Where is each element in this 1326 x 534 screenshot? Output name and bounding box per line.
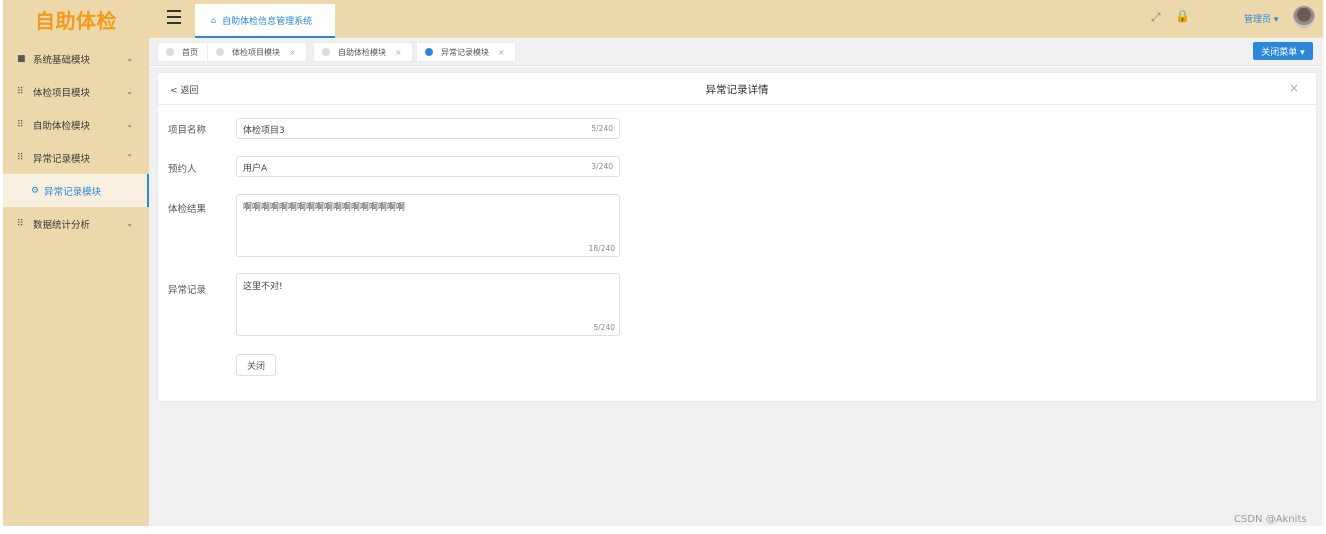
close-button[interactable]: 关闭	[236, 354, 276, 376]
close-icon[interactable]: ×	[289, 48, 296, 57]
project-name-field[interactable]: 体检项目3 5/240	[236, 118, 620, 139]
tab-abnormal[interactable]: 异常记录模块 ×	[416, 42, 516, 62]
tab-dot-active	[425, 48, 433, 56]
top-header: ⌂ 自助体检信息管理系统 ⤢ 🔒 管理员 ▾	[149, 0, 1323, 38]
panel-header: < 返回 异常记录详情 ×	[158, 73, 1316, 105]
avatar[interactable]	[1293, 6, 1315, 28]
sidebar-menu: ■ 系统基础模块 ⌄ ⠿ 体检项目模块 ⌄ ⠿ 自助体检模块 ⌄ ⠿ 异常记录模…	[3, 42, 149, 240]
tab-label: 异常记录模块	[441, 47, 489, 57]
chevron-up-icon: ⌃	[126, 153, 133, 162]
char-count: 5/240	[591, 124, 613, 133]
grid-icon: ⠿	[17, 152, 24, 163]
abnormal-textarea[interactable]: 这里不对! 5/240	[236, 273, 620, 336]
tab-dot	[216, 48, 224, 56]
grid-icon: ⠿	[17, 119, 24, 130]
tabs-bar: 首页 体检项目模块 × 自助体检模块 × 异常记录模块 × 关闭菜单 ▾	[149, 38, 1323, 66]
tab-label: 体检项目模块	[232, 47, 280, 57]
system-home-tab[interactable]: ⌂ 自助体检信息管理系统	[195, 4, 335, 38]
sidebar-item-self-exam[interactable]: ⠿ 自助体检模块 ⌄	[3, 108, 149, 141]
tab-label: 首页	[182, 47, 198, 57]
reserver-field[interactable]: 用户A 3/240	[236, 156, 620, 177]
tab-self-exam[interactable]: 自助体检模块 ×	[313, 42, 413, 62]
tab-exam-project[interactable]: 体检项目模块 ×	[207, 42, 307, 62]
sidebar-item-exam-project[interactable]: ⠿ 体检项目模块 ⌄	[3, 75, 149, 108]
gear-icon: ⚙	[31, 185, 40, 196]
close-icon[interactable]: ×	[395, 48, 402, 57]
sidebar-subitem-label: 异常记录模块	[44, 186, 102, 198]
form-row-project-name: 项目名称	[168, 118, 236, 136]
sidebar-subitem-abnormal[interactable]: ⚙ 异常记录模块	[3, 174, 149, 207]
sidebar-item-label: 数据统计分析	[33, 219, 91, 231]
close-menu-button[interactable]: 关闭菜单 ▾	[1253, 42, 1313, 60]
result-textarea[interactable]: 啊啊啊啊啊啊啊啊啊啊啊啊啊啊啊啊啊啊 18/240	[236, 194, 620, 257]
sidebar: 自助体检 ■ 系统基础模块 ⌄ ⠿ 体检项目模块 ⌄ ⠿ 自助体检模块 ⌄ ⠿ …	[3, 0, 149, 526]
user-dropdown[interactable]: 管理员 ▾	[1244, 12, 1278, 25]
watermark: CSDN @Aknits	[1234, 514, 1307, 525]
tab-dot	[322, 48, 330, 56]
sidebar-item-label: 异常记录模块	[33, 153, 91, 165]
chevron-down-icon: ⌄	[126, 54, 133, 63]
chevron-down-icon: ⌄	[126, 87, 133, 96]
dashboard-icon: ■	[17, 53, 26, 64]
sidebar-item-label: 系统基础模块	[33, 54, 91, 66]
hamburger-menu-icon[interactable]	[167, 10, 181, 26]
grid-icon: ⠿	[17, 86, 24, 97]
field-value: 体检项目3	[243, 126, 285, 136]
sidebar-item-label: 自助体检模块	[33, 120, 91, 132]
app-logo: 自助体检	[35, 8, 117, 33]
sidebar-item-abnormal[interactable]: ⠿ 异常记录模块 ⌃	[3, 141, 149, 174]
sidebar-item-label: 体检项目模块	[33, 87, 91, 99]
form-row-abnormal: 异常记录	[168, 278, 236, 296]
field-value: 这里不对!	[243, 282, 283, 292]
field-label: 体检结果	[168, 204, 207, 215]
field-value: 用户A	[243, 164, 268, 174]
field-label: 项目名称	[168, 125, 207, 136]
char-count: 18/240	[588, 244, 615, 253]
fullscreen-icon[interactable]: ⤢	[1151, 10, 1161, 25]
form-row-reserver: 预约人	[168, 157, 236, 175]
char-count: 3/240	[591, 162, 613, 171]
tab-label: 自助体检模块	[338, 47, 386, 57]
grid-icon: ⠿	[17, 218, 24, 229]
close-icon[interactable]: ×	[498, 48, 505, 57]
page-title: 异常记录详情	[705, 84, 769, 96]
field-label: 异常记录	[168, 285, 207, 296]
lock-icon[interactable]: 🔒	[1175, 9, 1190, 23]
chevron-down-icon: ⌄	[126, 219, 133, 228]
system-title: 自助体检信息管理系统	[222, 16, 313, 27]
chevron-down-icon: ⌄	[126, 120, 133, 129]
close-icon[interactable]: ×	[1289, 81, 1299, 95]
form-row-result: 体检结果	[168, 197, 236, 215]
sidebar-item-system[interactable]: ■ 系统基础模块 ⌄	[3, 42, 149, 75]
sidebar-item-statistics[interactable]: ⠿ 数据统计分析 ⌄	[3, 207, 149, 240]
field-value: 啊啊啊啊啊啊啊啊啊啊啊啊啊啊啊啊啊啊	[243, 203, 406, 213]
char-count: 5/240	[593, 323, 615, 332]
field-label: 预约人	[168, 164, 197, 175]
home-icon: ⌂	[211, 15, 217, 25]
tab-home[interactable]: 首页	[157, 42, 209, 62]
detail-panel: < 返回 异常记录详情 × 项目名称 体检项目3 5/240 预约人 用户A 3…	[157, 72, 1317, 402]
tab-dot	[166, 48, 174, 56]
